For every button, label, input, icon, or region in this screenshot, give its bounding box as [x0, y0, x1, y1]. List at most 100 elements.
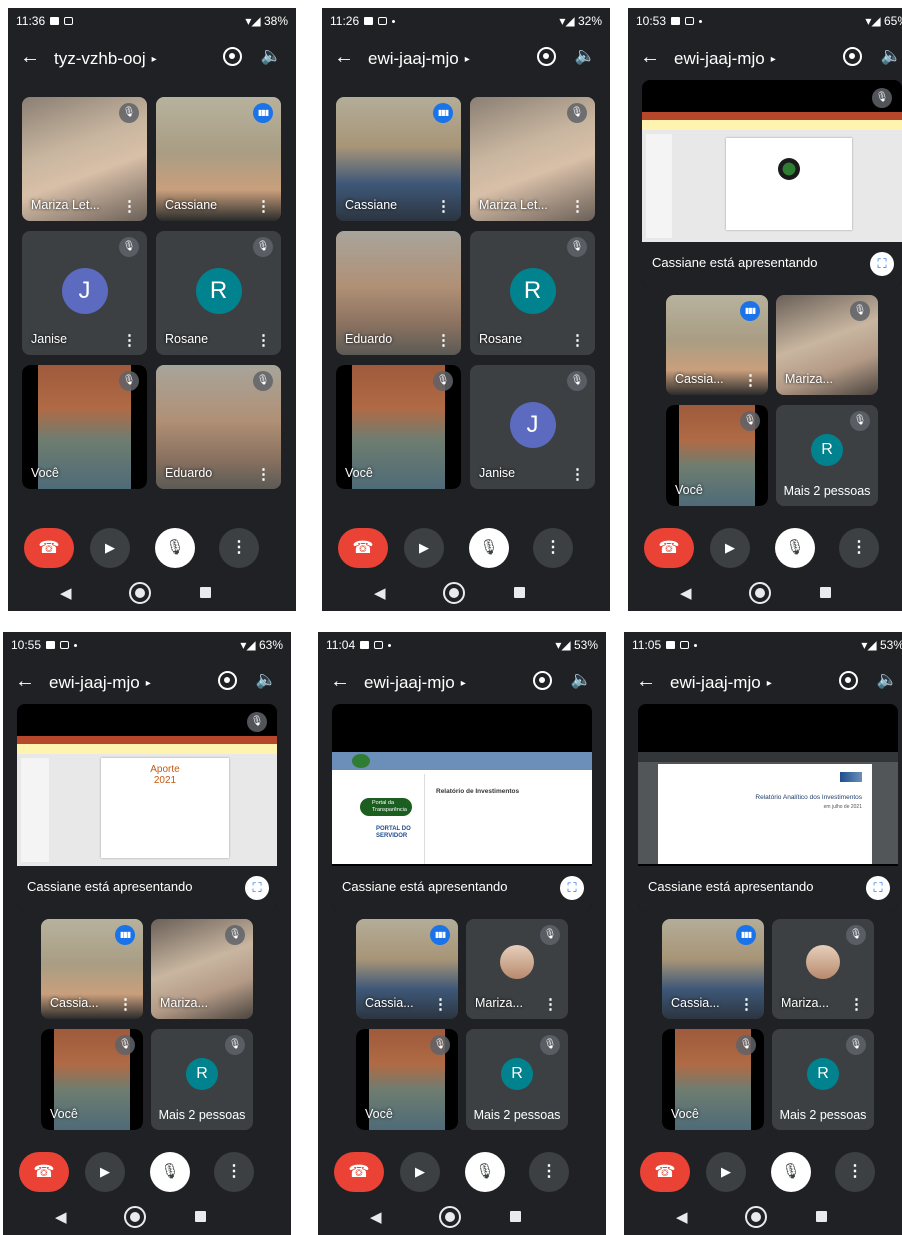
more-options-icon[interactable]: ⋮	[739, 997, 754, 1012]
nav-home-icon[interactable]	[129, 582, 151, 604]
presentation-tile[interactable]: 🎙 Aporte 2021 Cassiane está apresentando…	[17, 704, 277, 911]
speaker-icon[interactable]: 🔈	[877, 670, 898, 690]
participant-tile[interactable]: R 🎙 Rosane ⋮	[156, 231, 281, 355]
fullscreen-icon[interactable]: ⛶	[870, 252, 894, 276]
camera-toggle-button[interactable]: ▶	[85, 1152, 125, 1192]
participant-tile[interactable]: J 🎙 Janise ⋮	[470, 365, 595, 489]
more-options-icon[interactable]: ⋮	[118, 997, 133, 1012]
leave-call-button[interactable]: ☎	[338, 528, 388, 568]
leave-call-button[interactable]: ☎	[334, 1152, 384, 1192]
more-options-button[interactable]: ⋮	[533, 528, 573, 568]
meeting-code-button[interactable]: tyz-vzhb-ooj ▸	[54, 49, 157, 69]
more-participants-tile[interactable]: R 🎙 Mais 2 pessoas	[776, 405, 878, 506]
camera-toggle-button[interactable]: ▶	[90, 528, 130, 568]
participant-tile[interactable]: Eduardo ⋮	[336, 231, 461, 355]
participant-tile[interactable]: ▮▮▮ Cassia... ⋮	[41, 919, 143, 1019]
camera-toggle-button[interactable]: ▶	[404, 528, 444, 568]
more-options-icon[interactable]: ⋮	[543, 997, 558, 1012]
leave-call-button[interactable]: ☎	[19, 1152, 69, 1192]
participant-tile[interactable]: 🎙 Você	[666, 405, 768, 506]
nav-back-icon[interactable]: ◀	[374, 584, 386, 602]
more-options-icon[interactable]: ⋮	[570, 333, 585, 348]
microphone-toggle-button[interactable]: 🎙	[155, 528, 195, 568]
leave-call-button[interactable]: ☎	[644, 528, 694, 568]
speaker-icon[interactable]: 🔈	[256, 670, 277, 690]
speaker-icon[interactable]: 🔈	[575, 46, 596, 66]
participant-tile[interactable]: 🎙 Mariza Let... ⋮	[22, 97, 147, 221]
more-options-icon[interactable]: ⋮	[433, 997, 448, 1012]
nav-back-icon[interactable]: ◀	[680, 584, 692, 602]
participant-tile[interactable]: 🎙 Mariza... ⋮	[772, 919, 874, 1019]
participant-tile[interactable]: ▮▮▮ Cassiane ⋮	[156, 97, 281, 221]
more-options-icon[interactable]: ⋮	[436, 199, 451, 214]
meeting-code-button[interactable]: ewi-jaaj-mjo ▸	[49, 673, 151, 693]
participant-tile[interactable]: 🎙 Você	[336, 365, 461, 489]
camera-toggle-button[interactable]: ▶	[400, 1152, 440, 1192]
fullscreen-icon[interactable]: ⛶	[866, 876, 890, 900]
microphone-toggle-button[interactable]: 🎙	[465, 1152, 505, 1192]
more-participants-tile[interactable]: R 🎙 Mais 2 pessoas	[772, 1029, 874, 1130]
participant-tile[interactable]: 🎙 Você	[356, 1029, 458, 1130]
more-options-icon[interactable]: ⋮	[570, 199, 585, 214]
switch-camera-icon[interactable]	[218, 671, 237, 690]
microphone-toggle-button[interactable]: 🎙	[469, 528, 509, 568]
more-participants-tile[interactable]: R 🎙 Mais 2 pessoas	[466, 1029, 568, 1130]
participant-tile[interactable]: ▮▮▮ Cassia... ⋮	[356, 919, 458, 1019]
nav-home-icon[interactable]	[749, 582, 771, 604]
speaker-icon[interactable]: 🔈	[571, 670, 592, 690]
speaker-icon[interactable]: 🔈	[881, 46, 902, 66]
participant-tile[interactable]: 🎙 Mariza...	[776, 295, 878, 395]
leave-call-button[interactable]: ☎	[24, 528, 74, 568]
switch-camera-icon[interactable]	[839, 671, 858, 690]
microphone-toggle-button[interactable]: 🎙	[775, 528, 815, 568]
participant-tile[interactable]: ▮▮▮ Cassiane ⋮	[336, 97, 461, 221]
more-options-button[interactable]: ⋮	[839, 528, 879, 568]
more-options-icon[interactable]: ⋮	[122, 333, 137, 348]
fullscreen-icon[interactable]: ⛶	[560, 876, 584, 900]
participant-tile[interactable]: ▮▮▮ Cassia... ⋮	[662, 919, 764, 1019]
more-participants-tile[interactable]: R 🎙 Mais 2 pessoas	[151, 1029, 253, 1130]
switch-camera-icon[interactable]	[843, 47, 862, 66]
more-options-button[interactable]: ⋮	[214, 1152, 254, 1192]
nav-recents-icon[interactable]	[200, 587, 211, 598]
switch-camera-icon[interactable]	[537, 47, 556, 66]
back-arrow-icon[interactable]: ←	[640, 46, 660, 69]
meeting-code-button[interactable]: ewi-jaaj-mjo ▸	[364, 673, 466, 693]
presentation-tile[interactable]: 🎙 Cassiane está apresentando ⛶	[642, 80, 902, 287]
nav-recents-icon[interactable]	[820, 587, 831, 598]
nav-recents-icon[interactable]	[816, 1211, 827, 1222]
more-options-icon[interactable]: ⋮	[570, 467, 585, 482]
back-arrow-icon[interactable]: ←	[20, 46, 40, 69]
nav-back-icon[interactable]: ◀	[676, 1208, 688, 1226]
participant-tile[interactable]: 🎙 Você	[41, 1029, 143, 1130]
nav-back-icon[interactable]: ◀	[370, 1208, 382, 1226]
more-options-button[interactable]: ⋮	[219, 528, 259, 568]
nav-back-icon[interactable]: ◀	[55, 1208, 67, 1226]
participant-tile[interactable]: J 🎙 Janise ⋮	[22, 231, 147, 355]
back-arrow-icon[interactable]: ←	[15, 670, 35, 693]
more-options-icon[interactable]: ⋮	[256, 199, 271, 214]
fullscreen-icon[interactable]: ⛶	[245, 876, 269, 900]
camera-toggle-button[interactable]: ▶	[710, 528, 750, 568]
participant-tile[interactable]: 🎙 Você	[662, 1029, 764, 1130]
switch-camera-icon[interactable]	[533, 671, 552, 690]
nav-recents-icon[interactable]	[195, 1211, 206, 1222]
nav-recents-icon[interactable]	[514, 587, 525, 598]
presentation-tile[interactable]: Relatório Analítico dos Investimentos em…	[638, 704, 898, 911]
nav-home-icon[interactable]	[124, 1206, 146, 1228]
nav-recents-icon[interactable]	[510, 1211, 521, 1222]
leave-call-button[interactable]: ☎	[640, 1152, 690, 1192]
nav-back-icon[interactable]: ◀	[60, 584, 72, 602]
more-options-icon[interactable]: ⋮	[122, 199, 137, 214]
participant-tile[interactable]: 🎙 Eduardo ⋮	[156, 365, 281, 489]
nav-home-icon[interactable]	[443, 582, 465, 604]
nav-home-icon[interactable]	[439, 1206, 461, 1228]
more-options-icon[interactable]: ⋮	[256, 467, 271, 482]
meeting-code-button[interactable]: ewi-jaaj-mjo ▸	[670, 673, 772, 693]
microphone-toggle-button[interactable]: 🎙	[771, 1152, 811, 1192]
participant-tile[interactable]: 🎙 Mariza... ⋮	[466, 919, 568, 1019]
more-options-icon[interactable]: ⋮	[436, 333, 451, 348]
presentation-tile[interactable]: Portal da Transparência PORTAL DO SERVID…	[332, 704, 592, 911]
more-options-button[interactable]: ⋮	[529, 1152, 569, 1192]
participant-tile[interactable]: R 🎙 Rosane ⋮	[470, 231, 595, 355]
